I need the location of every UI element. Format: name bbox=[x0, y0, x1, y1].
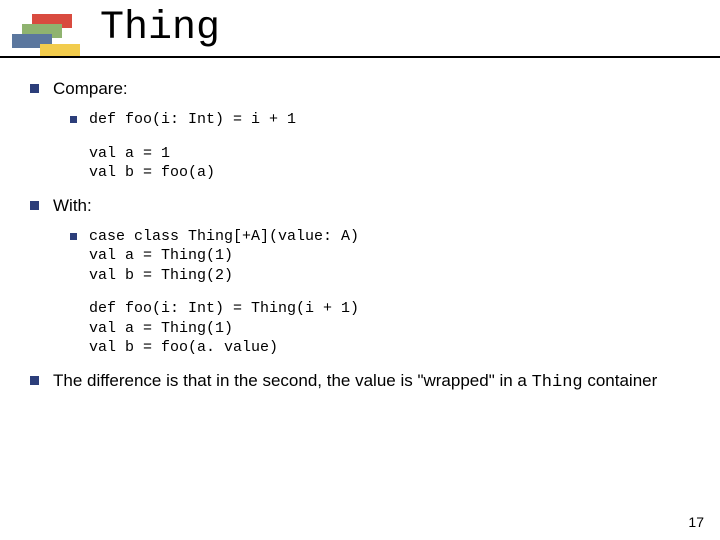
with-code-2: def foo(i: Int) = Thing(i + 1) val a = T… bbox=[89, 299, 700, 358]
page-number: 17 bbox=[688, 514, 704, 530]
conclusion-pre: The difference is that in the second, th… bbox=[53, 371, 532, 390]
compare-code-1: def foo(i: Int) = i + 1 bbox=[89, 110, 700, 130]
section-compare: Compare: bbox=[30, 78, 700, 100]
bullet-icon bbox=[30, 376, 39, 385]
compare-sub: def foo(i: Int) = i + 1 val a = 1 val b … bbox=[70, 110, 700, 183]
compare-code-item: def foo(i: Int) = i + 1 bbox=[70, 110, 700, 130]
title-underline bbox=[0, 56, 720, 58]
slide-logo bbox=[10, 10, 72, 54]
section-with-label: With: bbox=[53, 195, 700, 217]
section-compare-label: Compare: bbox=[53, 78, 700, 100]
bullet-icon bbox=[30, 84, 39, 93]
bullet-icon bbox=[70, 116, 77, 123]
with-code-item: case class Thing[+A](value: A) val a = T… bbox=[70, 227, 700, 286]
section-with: With: bbox=[30, 195, 700, 217]
compare-code-2: val a = 1 val b = foo(a) bbox=[89, 144, 700, 183]
bullet-icon bbox=[70, 233, 77, 240]
with-code-1: case class Thing[+A](value: A) val a = T… bbox=[89, 227, 700, 286]
bullet-icon bbox=[30, 201, 39, 210]
slide-title: Thing bbox=[100, 6, 220, 51]
with-sub: case class Thing[+A](value: A) val a = T… bbox=[70, 227, 700, 358]
section-conclusion: The difference is that in the second, th… bbox=[30, 370, 700, 394]
slide-content: Compare: def foo(i: Int) = i + 1 val a =… bbox=[30, 78, 700, 404]
conclusion-post: container bbox=[583, 371, 658, 390]
conclusion-text: The difference is that in the second, th… bbox=[53, 370, 700, 394]
conclusion-code: Thing bbox=[532, 373, 583, 392]
